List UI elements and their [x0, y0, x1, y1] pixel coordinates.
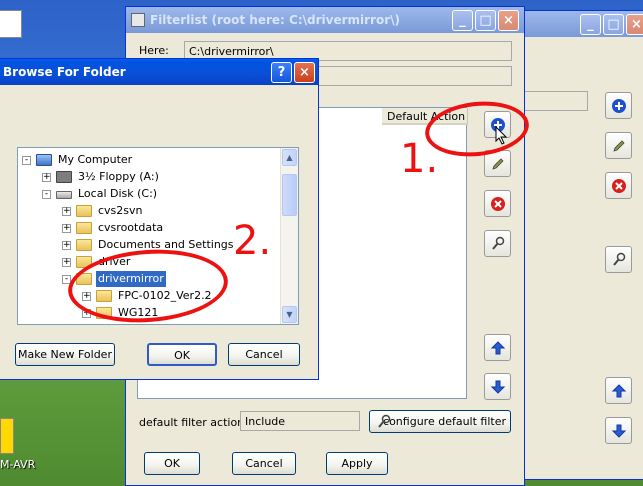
- configure-default-filter-label: configure default filter: [383, 415, 506, 428]
- disk-icon: [56, 191, 72, 199]
- desktop-app-icon[interactable]: [0, 10, 22, 38]
- scroll-down-button[interactable]: ▼: [282, 306, 297, 323]
- configure-default-filter-button[interactable]: configure default filter: [369, 410, 511, 433]
- delete-icon: [491, 197, 505, 211]
- ok-button[interactable]: OK: [144, 452, 200, 475]
- help-button[interactable]: ?: [271, 62, 292, 83]
- annotation-step-1: 1.: [400, 136, 439, 182]
- background-field: [523, 91, 588, 111]
- cancel-button[interactable]: Cancel: [232, 452, 296, 475]
- folder-icon: [76, 239, 92, 251]
- close-button[interactable]: ×: [294, 62, 315, 83]
- minimize-button[interactable]: _: [580, 14, 601, 35]
- folder-icon: [76, 205, 92, 217]
- minimize-button[interactable]: _: [452, 10, 473, 31]
- default-filter-label: default filter action:: [139, 416, 248, 429]
- move-up-button[interactable]: [484, 334, 511, 361]
- filterlist-title: Filterlist (root here: C:\drivermirror\): [150, 13, 400, 27]
- computer-icon: [36, 154, 52, 166]
- tree-item-label: cvs2svn: [98, 204, 143, 217]
- search-filter-button-bg[interactable]: [605, 246, 632, 273]
- default-filter-field: Include: [240, 411, 360, 431]
- move-down-button-bg[interactable]: [605, 417, 632, 444]
- background-window[interactable]: _ □ ×: [522, 10, 643, 480]
- close-button[interactable]: ×: [498, 10, 519, 31]
- wrench-icon: [613, 252, 626, 266]
- tree-item[interactable]: - My Computer: [18, 152, 278, 169]
- maximize-button[interactable]: □: [603, 14, 624, 35]
- pencil-icon: [492, 158, 504, 170]
- expand-icon[interactable]: +: [62, 207, 71, 216]
- expand-icon[interactable]: +: [62, 241, 71, 250]
- move-up-button-bg[interactable]: [605, 377, 632, 404]
- desktop-icon-label: M-AVR: [0, 458, 36, 471]
- tree-item[interactable]: - Local Disk (C:): [18, 186, 278, 203]
- cancel-button[interactable]: Cancel: [228, 343, 300, 366]
- tree-scrollbar[interactable]: ▲ ▼: [280, 148, 298, 324]
- scroll-thumb[interactable]: [282, 174, 297, 216]
- expand-icon[interactable]: +: [62, 258, 71, 267]
- delete-filter-button[interactable]: [484, 190, 511, 217]
- edit-filter-button-bg[interactable]: [605, 132, 632, 159]
- filterlist-app-icon: [131, 13, 145, 27]
- close-button[interactable]: ×: [626, 14, 643, 35]
- arrow-down-icon: [490, 380, 506, 394]
- tree-item[interactable]: +3½ Floppy (A:): [18, 169, 278, 186]
- scroll-up-button[interactable]: ▲: [282, 149, 297, 166]
- mouse-cursor-icon: [495, 126, 508, 145]
- add-filter-button-bg[interactable]: [605, 92, 632, 119]
- expand-icon[interactable]: +: [42, 173, 51, 182]
- make-new-folder-button[interactable]: Make New Folder: [15, 343, 115, 366]
- browse-title: Browse For Folder: [3, 65, 126, 79]
- add-icon: [612, 99, 626, 113]
- tree-item-label: cvsrootdata: [98, 221, 164, 234]
- folder-icon: [76, 222, 92, 234]
- expand-icon[interactable]: +: [62, 224, 71, 233]
- desktop-avr-icon[interactable]: [0, 418, 14, 454]
- tree-item-label: Local Disk (C:): [78, 187, 158, 200]
- here-label: Here:: [139, 44, 169, 57]
- tree-item-label: My Computer: [58, 153, 133, 166]
- configure-filter-button[interactable]: [484, 230, 511, 257]
- collapse-icon[interactable]: -: [22, 156, 31, 165]
- floppy-icon: [56, 171, 72, 183]
- maximize-button[interactable]: □: [475, 10, 496, 31]
- collapse-icon[interactable]: -: [42, 190, 51, 199]
- delete-filter-button-bg[interactable]: [605, 172, 632, 199]
- ok-button[interactable]: OK: [147, 343, 217, 366]
- move-down-button[interactable]: [484, 373, 511, 400]
- annotation-step-2: 2.: [233, 218, 272, 264]
- arrow-up-icon: [490, 341, 506, 355]
- apply-button[interactable]: Apply: [326, 452, 388, 475]
- tree-item-label: 3½ Floppy (A:): [78, 170, 159, 183]
- wrench-icon: [492, 236, 505, 250]
- arrow-down-icon: [611, 424, 627, 438]
- arrow-up-icon: [611, 384, 627, 398]
- wrench-icon: [378, 414, 391, 428]
- pencil-icon: [613, 140, 625, 152]
- delete-icon: [612, 179, 626, 193]
